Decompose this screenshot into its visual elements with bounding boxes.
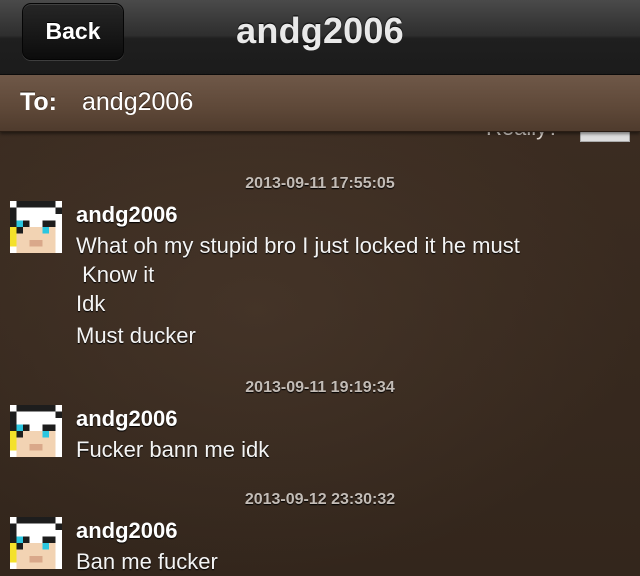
avatar[interactable]: [10, 405, 62, 457]
message-timestamp: 2013-09-11 19:19:34: [245, 379, 395, 396]
recipient-bar[interactable]: To: andg2006: [0, 75, 640, 132]
message-timestamp: 2013-09-12 23:30:32: [244, 491, 396, 508]
navigation-bar: Back andg2006: [0, 0, 640, 75]
message-text-line: Must ducker: [76, 323, 196, 348]
recipient-value[interactable]: andg2006: [82, 88, 193, 117]
recipient-label: To:: [20, 88, 58, 116]
message-sender: andg2006: [76, 518, 178, 543]
previous-message-attachment: [580, 131, 630, 142]
previous-message-text: Really?: [486, 131, 559, 141]
message-sender: andg2006: [76, 406, 178, 431]
message-thread[interactable]: Really? 2013-09-11 17:55:05 andg2006 Wha…: [0, 131, 640, 576]
avatar[interactable]: [10, 517, 62, 569]
message-sender: andg2006: [76, 202, 178, 227]
message-text-line: What oh my stupid bro I just locked it h…: [76, 233, 520, 258]
message-timestamp: 2013-09-11 17:55:05: [245, 175, 395, 192]
avatar[interactable]: [10, 201, 62, 253]
message-text-line: Know it: [76, 262, 155, 287]
back-button[interactable]: Back: [22, 3, 124, 60]
message-text-line: Idk: [76, 291, 106, 316]
page-title: andg2006: [236, 10, 404, 51]
message-text-line: Ban me fucker: [76, 549, 218, 574]
message-text-line: Fucker bann me idk: [76, 437, 270, 462]
